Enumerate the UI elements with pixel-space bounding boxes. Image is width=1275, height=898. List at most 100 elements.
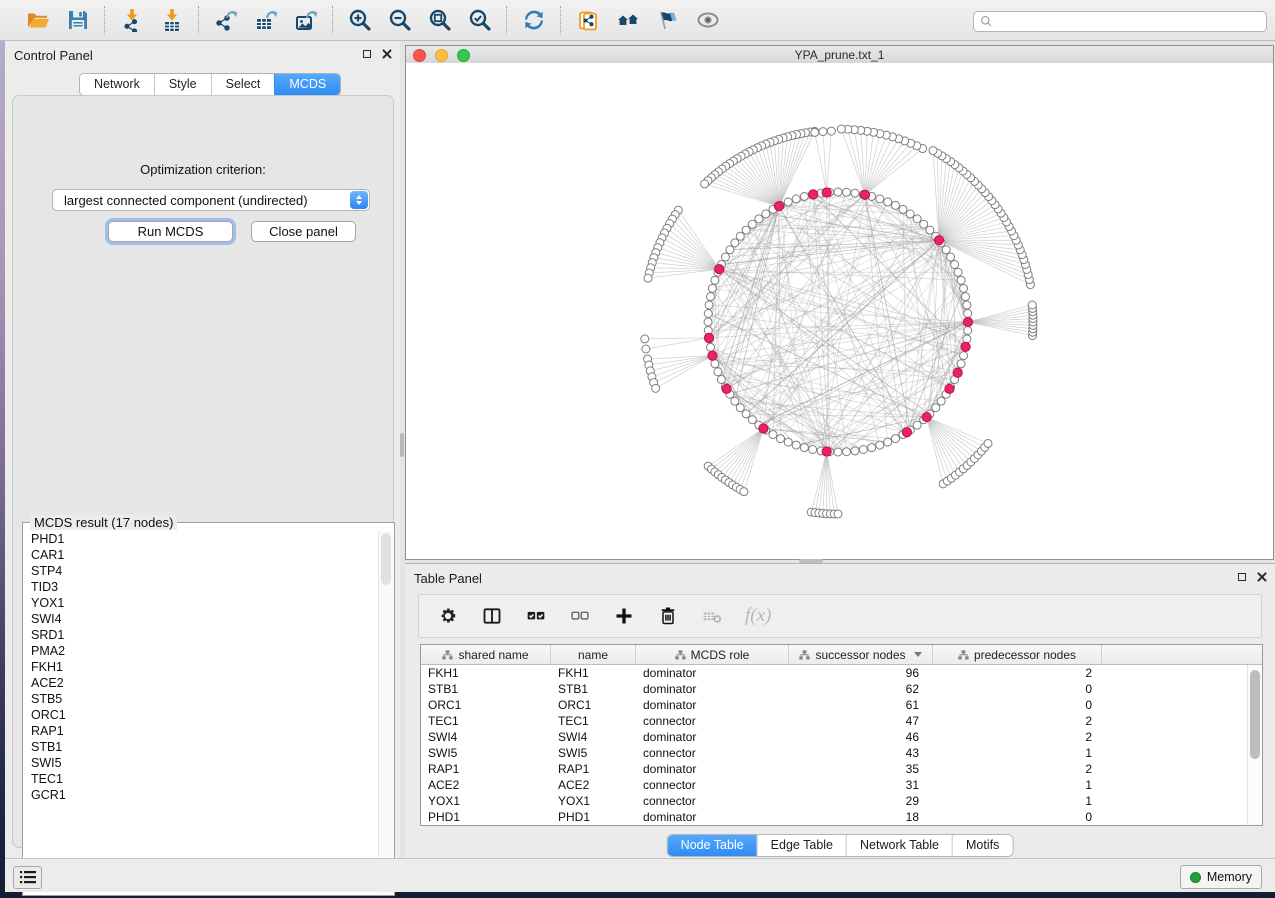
table-panel-titlebar: Table Panel (405, 564, 1275, 590)
table-scrollbar[interactable] (1247, 665, 1262, 825)
zoom-fit-icon[interactable] (427, 7, 453, 33)
result-node-item[interactable]: TEC1 (24, 771, 379, 787)
vertical-splitter-handle[interactable] (400, 433, 404, 457)
result-scrollbar[interactable] (378, 531, 393, 894)
result-node-item[interactable]: SWI4 (24, 611, 379, 627)
close-table-panel-button[interactable] (1256, 571, 1267, 582)
result-node-item[interactable]: FKH1 (24, 659, 379, 675)
result-node-item[interactable]: STP4 (24, 563, 379, 579)
close-panel-button[interactable] (381, 48, 392, 59)
cell: 46 (789, 730, 933, 744)
column-header-shared-name[interactable]: shared name (421, 645, 551, 664)
zoom-selected-icon[interactable] (467, 7, 493, 33)
table-row[interactable]: ACE2ACE2connector311 (421, 777, 1248, 793)
import-table-icon[interactable] (159, 7, 185, 33)
cell: 96 (789, 666, 933, 680)
network-window-titlebar: YPA_prune.txt_1 (406, 46, 1273, 64)
open-icon[interactable] (25, 7, 51, 33)
table-row[interactable]: SWI5SWI5connector431 (421, 745, 1248, 761)
delete-column-icon[interactable] (657, 605, 679, 627)
result-node-item[interactable]: RAP1 (24, 723, 379, 739)
tab-edge-table[interactable]: Edge Table (757, 835, 846, 856)
tab-mcds[interactable]: MCDS (274, 74, 340, 95)
export-network-icon[interactable] (213, 7, 239, 33)
optimization-criterion-select[interactable]: largest connected component (undirected) (52, 189, 370, 211)
network-view-window: YPA_prune.txt_1 (405, 45, 1274, 560)
deselect-all-icon[interactable] (569, 605, 591, 627)
table-row[interactable]: YOX1YOX1connector291 (421, 793, 1248, 809)
cell: 0 (933, 810, 1102, 824)
tab-network-table[interactable]: Network Table (846, 835, 952, 856)
delete-table-icon[interactable] (701, 605, 723, 627)
column-header-name[interactable]: name (551, 645, 636, 664)
result-node-item[interactable]: ACE2 (24, 675, 379, 691)
result-node-item[interactable]: PMA2 (24, 643, 379, 659)
network-graph (406, 63, 1273, 559)
select-all-icon[interactable] (525, 605, 547, 627)
tab-node-table[interactable]: Node Table (668, 835, 757, 856)
show-details-icon[interactable] (695, 7, 721, 33)
table-row[interactable]: TEC1TEC1connector472 (421, 713, 1248, 729)
memory-button[interactable]: Memory (1180, 865, 1262, 889)
search-box[interactable] (973, 11, 1267, 32)
table-row[interactable]: PHD1PHD1dominator180 (421, 809, 1248, 825)
table-row[interactable]: FKH1FKH1dominator962 (421, 665, 1248, 681)
result-node-item[interactable]: TID3 (24, 579, 379, 595)
result-node-item[interactable]: STB1 (24, 739, 379, 755)
birds-eye-icon[interactable] (615, 7, 641, 33)
network-from-file-icon[interactable] (575, 7, 601, 33)
tab-select[interactable]: Select (211, 74, 275, 95)
zoom-out-icon[interactable] (387, 7, 413, 33)
export-image-icon[interactable] (293, 7, 319, 33)
control-panel-title: Control Panel (14, 48, 93, 63)
result-node-item[interactable]: CAR1 (24, 547, 379, 563)
result-node-item[interactable]: SRD1 (24, 627, 379, 643)
column-header-MCDS-role[interactable]: MCDS role (636, 645, 789, 664)
task-history-button[interactable] (13, 866, 42, 889)
tab-style[interactable]: Style (154, 74, 211, 95)
result-node-item[interactable]: SWI5 (24, 755, 379, 771)
cell: 2 (933, 730, 1102, 744)
table-options-icon[interactable] (437, 605, 459, 627)
table-row[interactable]: STB1STB1dominator620 (421, 681, 1248, 697)
save-icon[interactable] (65, 7, 91, 33)
close-panel-button-mcds[interactable]: Close panel (251, 221, 356, 242)
refresh-icon[interactable] (521, 7, 547, 33)
result-node-item[interactable]: PHD1 (24, 531, 379, 547)
cell: 29 (789, 794, 933, 808)
show-columns-icon[interactable] (481, 605, 503, 627)
float-panel-button[interactable] (361, 48, 372, 59)
result-node-item[interactable]: STB5 (24, 691, 379, 707)
sort-desc-icon (914, 652, 922, 657)
run-mcds-button[interactable]: Run MCDS (108, 221, 233, 242)
tab-motifs[interactable]: Motifs (952, 835, 1012, 856)
flag-icon[interactable] (655, 7, 681, 33)
float-table-panel-button[interactable] (1236, 571, 1247, 582)
table-row[interactable]: SWI4SWI4dominator462 (421, 729, 1248, 745)
cell: 2 (933, 714, 1102, 728)
result-node-item[interactable]: ORC1 (24, 707, 379, 723)
add-column-icon[interactable] (613, 605, 635, 627)
column-header-successor-nodes[interactable]: successor nodes (789, 645, 933, 664)
table-scrollbar-thumb[interactable] (1250, 670, 1260, 759)
export-table-icon[interactable] (253, 7, 279, 33)
search-input[interactable] (997, 14, 1260, 30)
optimization-criterion-value: largest connected component (undirected) (53, 193, 350, 208)
cell: 18 (789, 810, 933, 824)
cell: 61 (789, 698, 933, 712)
mcds-result-list: PHD1CAR1STP4TID3YOX1SWI4SRD1PMA2FKH1ACE2… (24, 531, 379, 894)
import-network-icon[interactable] (119, 7, 145, 33)
cell: TEC1 (551, 714, 636, 728)
column-header-predecessor-nodes[interactable]: predecessor nodes (933, 645, 1102, 664)
network-canvas[interactable] (406, 63, 1273, 559)
function-builder-icon[interactable]: f(x) (745, 605, 771, 627)
result-node-item[interactable]: YOX1 (24, 595, 379, 611)
result-node-item[interactable]: GCR1 (24, 787, 379, 803)
table-row[interactable]: RAP1RAP1dominator352 (421, 761, 1248, 777)
tab-network[interactable]: Network (80, 74, 154, 95)
table-row[interactable]: ORC1ORC1dominator610 (421, 697, 1248, 713)
zoom-in-icon[interactable] (347, 7, 373, 33)
cell: dominator (636, 730, 789, 744)
result-scrollbar-thumb[interactable] (381, 533, 391, 585)
cell: dominator (636, 698, 789, 712)
